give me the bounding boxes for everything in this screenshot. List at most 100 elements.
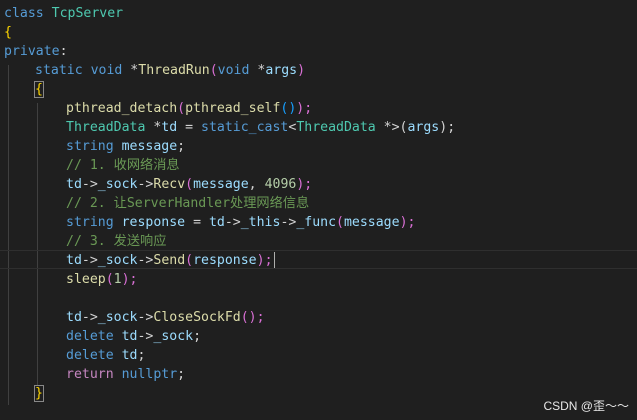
token: = (177, 120, 202, 135)
token: ( (105, 272, 114, 287)
code-line: // 1. 收网络消息 (66, 156, 180, 175)
token: -> (137, 310, 154, 325)
token: void (217, 63, 250, 78)
code-line: string response = td->_this->_func(messa… (66, 213, 415, 232)
token: td (161, 120, 178, 135)
token: TcpServer (51, 6, 124, 21)
token: -> (81, 177, 98, 192)
code-line: static void *ThreadRun(void *args) (35, 61, 305, 80)
token: ( (185, 177, 194, 192)
code-line: // 3. 发送响应 (66, 232, 166, 251)
code-line: string message; (66, 137, 185, 156)
code-line: // 2. 让ServerHandler处理网络信息 (66, 194, 309, 213)
token: : (59, 44, 68, 59)
token: ) (297, 63, 306, 78)
token: -> (280, 215, 297, 230)
token: class (4, 6, 52, 21)
token: CloseSockFd (153, 310, 241, 325)
token: ; (193, 329, 202, 344)
token: *>( (375, 120, 408, 135)
token: Send (153, 253, 186, 268)
code-line: ThreadData *td = static_cast<ThreadData … (66, 118, 455, 137)
token: message (343, 215, 400, 230)
token: ); (399, 215, 416, 230)
token: td (66, 310, 82, 325)
code-line: delete td->_sock; (66, 327, 201, 346)
token: response (193, 253, 257, 268)
token: = (185, 215, 209, 230)
comment: // 2. 让ServerHandler处理网络信息 (66, 196, 310, 211)
token: response (121, 215, 186, 230)
token: ); (439, 120, 456, 135)
token: td (121, 348, 138, 363)
token: _sock (153, 329, 194, 344)
token: ); (296, 177, 313, 192)
token: static_cast (201, 120, 289, 135)
token: { (34, 81, 44, 98)
token: pthread_detach (66, 101, 178, 116)
code-line: pthread_detach(pthread_self()); (66, 99, 312, 118)
token: delete (66, 329, 114, 344)
token: return (66, 367, 114, 382)
token: static (35, 63, 83, 78)
token: { (4, 25, 12, 40)
token: } (34, 385, 44, 402)
token: _sock (97, 310, 138, 325)
token: -> (137, 253, 154, 268)
token: ; (177, 367, 186, 382)
code-line: sleep(1); (66, 270, 138, 289)
code-editor[interactable]: class TcpServer { private: static void *… (0, 0, 637, 420)
indent-guide (8, 65, 9, 405)
comment: // 3. 发送响应 (66, 234, 167, 249)
token: 1 (113, 272, 122, 287)
token: _sock (97, 177, 138, 192)
code-line: class TcpServer (4, 4, 123, 23)
token: string (66, 139, 114, 154)
token: sleep (66, 272, 106, 287)
token: args (407, 120, 440, 135)
token: message (121, 139, 178, 154)
code-line: { (4, 23, 12, 42)
token: td (66, 253, 82, 268)
token: td (121, 329, 138, 344)
token: ( (185, 253, 194, 268)
token: string (66, 215, 114, 230)
token: () (280, 101, 297, 116)
token: -> (81, 310, 98, 325)
token: td (66, 177, 82, 192)
token: , (248, 177, 265, 192)
current-code-line[interactable]: td->_sock->Send(response); (0, 250, 637, 269)
token: _this (240, 215, 281, 230)
token: * (249, 63, 266, 78)
watermark: CSDN @歪～～ (543, 399, 629, 413)
token: ThreadRun (138, 63, 210, 78)
token: _sock (97, 253, 138, 268)
token: -> (224, 215, 241, 230)
code-line: delete td; (66, 346, 145, 365)
token: ( (177, 101, 186, 116)
token: args (265, 63, 298, 78)
token: td (208, 215, 225, 230)
token: message (193, 177, 249, 192)
token: ; (137, 348, 146, 363)
token: private (4, 44, 60, 59)
token: ); (121, 272, 138, 287)
token: nullptr (121, 367, 178, 382)
token: Recv (153, 177, 186, 192)
token: ThreadData (66, 120, 146, 135)
token: * (145, 120, 162, 135)
token: ); (296, 101, 313, 116)
code-line: td->_sock->CloseSockFd(); (66, 308, 265, 327)
token: -> (137, 177, 154, 192)
token: ( (336, 215, 344, 230)
code-line: { (34, 80, 44, 99)
token: pthread_self (185, 101, 281, 116)
token: delete (66, 348, 114, 363)
token: -> (137, 329, 154, 344)
token: void (90, 63, 123, 78)
code-line: td->_sock->Recv(message, 4096); (66, 175, 312, 194)
